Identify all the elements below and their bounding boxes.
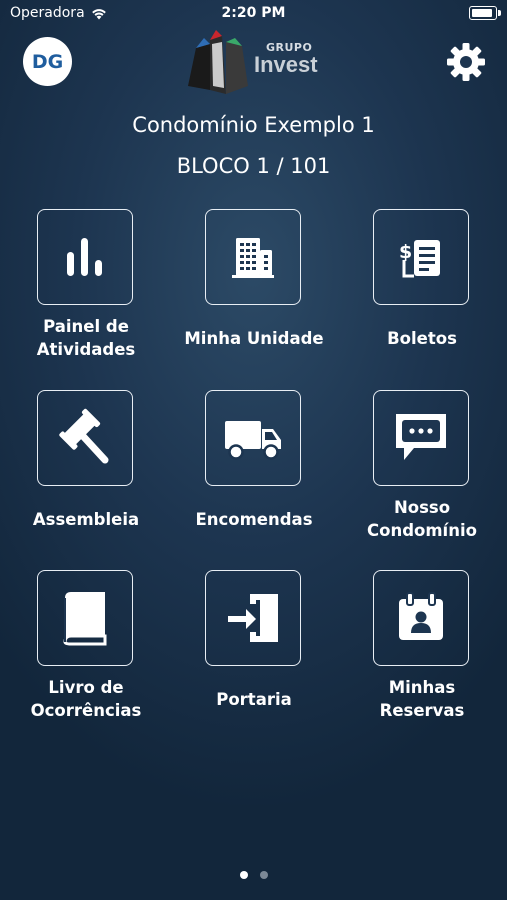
menu-label: Boletos [387,329,457,348]
truck-icon [225,421,281,460]
menu-tile-box[interactable] [205,390,301,486]
menu-label: Nosso Condomínio [367,498,477,540]
avatar[interactable]: DG [23,37,72,86]
menu-tile-box[interactable]: $ [373,209,469,305]
unit-label: BLOCO 1 / 101 [176,154,331,178]
app-logo: GRUPO Invest [182,30,327,94]
menu-label: Minha Unidade [184,329,324,348]
menu-tile-box[interactable] [37,390,133,486]
book-icon [63,592,107,646]
page-dot-1[interactable] [239,871,248,879]
svg-text:$: $ [399,241,412,263]
menu-label: Encomendas [195,510,313,529]
logo-invest-text: Invest [254,52,318,77]
menu-tile-box[interactable] [37,570,133,666]
condominium-name: Condomínio Exemplo 1 [132,113,375,137]
menu-label: Minhas Reservas [379,678,465,720]
bar-chart-icon [67,238,102,276]
menu-label: Livro de Ocorrências [30,678,142,720]
page-dot-2[interactable] [259,871,268,879]
page-indicator[interactable] [0,871,507,879]
status-bar: Operadora 2:20 PM [0,0,507,28]
menu-tile-box[interactable] [205,570,301,666]
menu-tile-box[interactable] [373,570,469,666]
menu-label: Painel de Atividades [36,317,136,359]
chat-bubble-icon [396,414,446,460]
battery-icon [469,6,501,20]
gear-icon[interactable] [444,40,488,84]
building-icon [232,238,274,278]
avatar-initials: DG [31,50,64,73]
menu-label: Portaria [216,690,292,709]
status-time: 2:20 PM [221,5,286,21]
menu-tile-box[interactable] [37,209,133,305]
menu-tile-box[interactable] [373,390,469,486]
invoice-icon: $ [399,240,440,278]
gavel-icon [59,408,109,464]
door-enter-icon [228,594,278,642]
menu-tile-box[interactable] [205,209,301,305]
calendar-person-icon [399,592,443,640]
menu-label: Assembleia [32,510,140,529]
